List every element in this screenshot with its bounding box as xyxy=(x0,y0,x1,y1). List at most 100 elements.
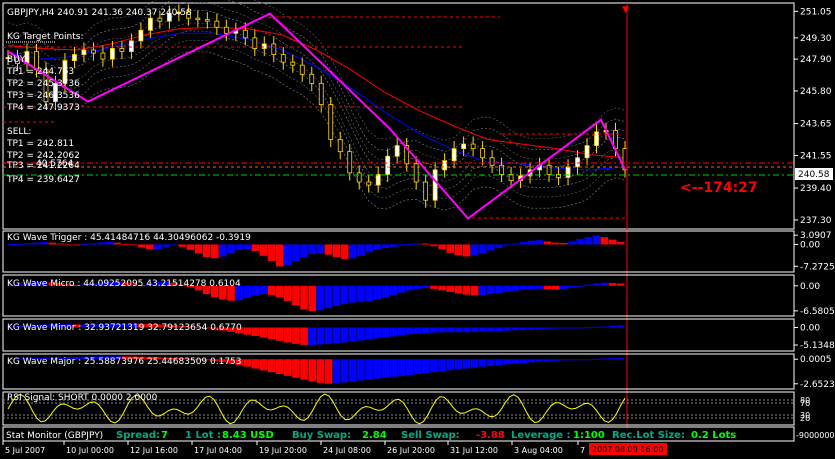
histogram-bar xyxy=(292,285,300,306)
histogram-bar xyxy=(56,243,65,245)
histogram-bar xyxy=(413,359,422,375)
histogram-bar xyxy=(324,359,333,384)
histogram-bar xyxy=(259,359,268,371)
price-candle xyxy=(110,48,115,60)
histogram-bar xyxy=(560,327,568,329)
histogram-bar xyxy=(340,327,349,343)
histogram-bar xyxy=(219,244,227,257)
histogram-bar xyxy=(413,327,422,334)
indicator-tick-label: -2.6523 xyxy=(800,380,835,390)
buy-swap-value: 2.84 xyxy=(362,430,387,441)
histogram-bar xyxy=(121,243,130,245)
histogram-bar xyxy=(365,285,373,302)
histogram-bar xyxy=(543,359,552,362)
price-tick-label: 237.30 xyxy=(800,216,832,226)
histogram-bar xyxy=(608,283,617,286)
price-candle xyxy=(214,20,220,28)
histogram-bar xyxy=(316,359,325,383)
histogram-bar xyxy=(519,327,528,330)
histogram-bar xyxy=(89,243,97,245)
histogram-bar xyxy=(373,327,381,339)
histogram-bar xyxy=(584,327,593,329)
indicator-tick-label: 0.00 xyxy=(800,240,820,250)
histogram-bar xyxy=(389,327,398,337)
histogram-bar xyxy=(446,285,455,292)
price-tick-label: 239.40 xyxy=(800,184,832,194)
histogram-bar xyxy=(186,244,195,250)
histogram-bar xyxy=(308,359,316,382)
date-tick-label: 26 Jul 20:00 xyxy=(387,446,435,455)
histogram-bar xyxy=(454,359,463,370)
histogram-bar xyxy=(478,244,487,254)
buy-tp2: TP2 = 245.3736 xyxy=(6,79,80,89)
histogram-bar xyxy=(486,327,495,332)
histogram-bar xyxy=(486,359,495,366)
stat-axis-value: -9000000 xyxy=(796,431,835,440)
histogram-bar xyxy=(519,242,528,245)
histogram-bar xyxy=(446,359,455,371)
histogram-bar xyxy=(178,244,187,247)
price-tick-label: 241.55 xyxy=(800,151,832,161)
price-candle xyxy=(584,145,590,159)
histogram-bar xyxy=(438,285,446,291)
histogram-bar xyxy=(405,327,414,335)
histogram-bar xyxy=(275,327,284,341)
histogram-bar xyxy=(543,285,552,290)
histogram-bar xyxy=(503,285,511,292)
histogram-bar xyxy=(259,285,268,295)
histogram-bar xyxy=(576,239,584,245)
price-candle xyxy=(423,181,429,201)
price-candle xyxy=(309,73,315,84)
stat-monitor: Stat Monitor (GBPJPY) Spread: 7 1 Lot : … xyxy=(2,426,835,442)
histogram-bar xyxy=(340,244,349,259)
price-candle xyxy=(100,52,106,60)
price-candle xyxy=(223,26,229,34)
histogram-bar xyxy=(300,359,308,380)
histogram-bar xyxy=(243,327,252,335)
price-candle xyxy=(442,160,448,171)
histogram-bar xyxy=(478,285,487,295)
histogram-bar xyxy=(462,244,471,257)
histogram-bar xyxy=(129,244,138,246)
histogram-bar xyxy=(397,327,406,336)
date-tick-label: 5 Jul 2007 xyxy=(5,446,45,455)
price-candle xyxy=(347,151,353,174)
histogram-bar xyxy=(357,327,365,341)
histogram-bar xyxy=(616,357,625,360)
histogram-bar xyxy=(592,358,601,360)
histogram-bar xyxy=(584,284,593,286)
histogram-bar xyxy=(584,237,593,245)
histogram-bar xyxy=(389,244,398,247)
price-candle xyxy=(432,169,438,201)
histogram-bar xyxy=(348,327,357,342)
histogram-bar xyxy=(397,359,406,376)
histogram-bar xyxy=(576,285,584,287)
histogram-bar xyxy=(259,244,268,256)
time-axis: 5 Jul 2007 10 Jul 00:00 12 Jul 16:00 17 Jul… xyxy=(2,441,585,455)
price-candle xyxy=(242,29,248,39)
sell-label: SELL: xyxy=(7,127,31,137)
price-candle xyxy=(81,49,87,55)
spread-label: Spread: xyxy=(116,430,160,441)
bollinger-bands xyxy=(7,0,626,211)
histogram-bar xyxy=(560,359,568,361)
histogram-bar xyxy=(551,285,560,290)
histogram-bar xyxy=(503,244,511,246)
histogram-bar xyxy=(332,327,341,344)
histogram-bar xyxy=(308,327,316,345)
histogram-bar xyxy=(202,244,211,258)
histogram-bar xyxy=(454,327,463,333)
indicator-tick-label: -7.2725 xyxy=(800,262,835,272)
stat-monitor-label: Stat Monitor (GBPJPY) xyxy=(6,431,103,441)
histogram-bar xyxy=(438,359,446,372)
wave-minor-title: KG Wave Minor : 32.93721319 32.79123654 … xyxy=(7,323,242,333)
price-candle xyxy=(375,174,381,186)
histogram-bar xyxy=(373,244,381,250)
histogram-bar xyxy=(495,327,503,331)
indicator-tick-label: -6.5805 xyxy=(800,307,835,317)
histogram-bar xyxy=(430,359,438,373)
histogram-bar xyxy=(154,244,162,249)
histogram-bar xyxy=(470,285,479,296)
price-candle xyxy=(480,148,486,159)
histogram-bar xyxy=(308,244,316,255)
